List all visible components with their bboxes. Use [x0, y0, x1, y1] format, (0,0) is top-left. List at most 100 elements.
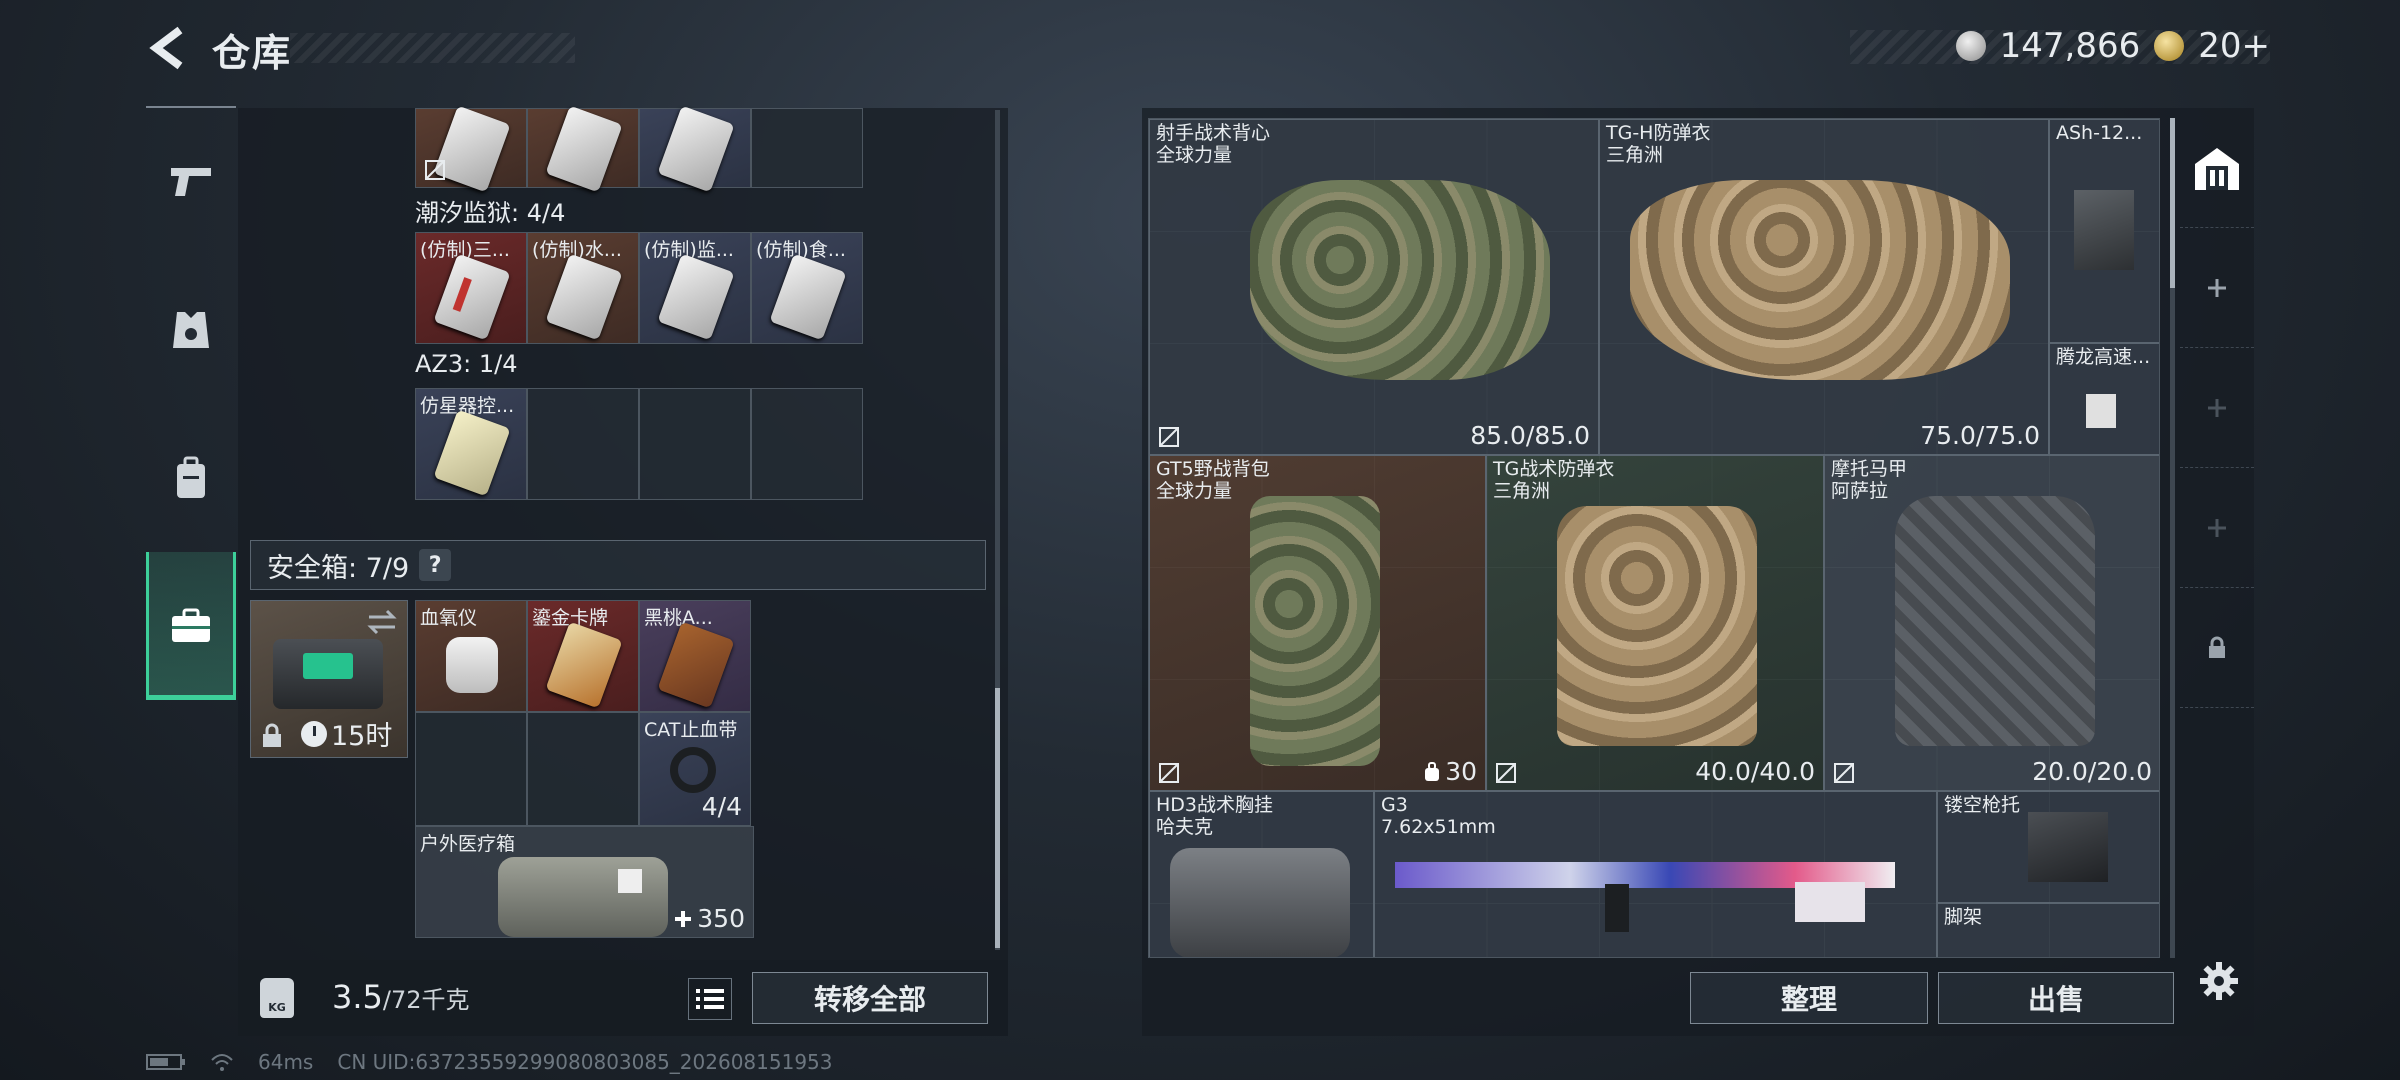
inventory-item[interactable]: TG战术防弹衣 三角洲 40.0/40.0: [1486, 455, 1824, 791]
weapon-magazine: [1605, 884, 1629, 932]
grid-slot-empty[interactable]: [527, 712, 639, 826]
grid-slot-empty[interactable]: [751, 108, 863, 188]
weapon-stock: [1795, 882, 1865, 922]
home-storage-icon: [2195, 147, 2239, 190]
pistol-icon: [171, 168, 211, 196]
grid-slot[interactable]: (仿制)食...: [751, 232, 863, 344]
inventory-grid: 射手战术背心 全球力量 85.0/85.0 TG-H防弹衣 三角洲 75.0/75.…: [1148, 118, 2160, 958]
grid-slot[interactable]: 血氧仪: [415, 600, 527, 712]
capacity-value: 30: [1445, 757, 1477, 786]
battery-icon: [146, 1054, 185, 1070]
item-image: [2074, 190, 2134, 270]
lock-icon: [263, 723, 281, 747]
item-image: [657, 253, 735, 341]
inventory-item[interactable]: TG-H防弹衣 三角洲 75.0/75.0: [1599, 119, 2049, 455]
storage-tab-home[interactable]: [2180, 108, 2254, 228]
safebox-image: [273, 639, 383, 709]
item-image: [1250, 496, 1380, 766]
item-image: [498, 857, 668, 937]
gold-coin-icon[interactable]: [2154, 31, 2185, 61]
grid-slot-empty[interactable]: [639, 388, 751, 500]
gold-amount[interactable]: 20+: [2198, 26, 2270, 66]
inventory-scroll-thumb[interactable]: [2170, 118, 2175, 288]
safebox-timer: 15时: [301, 714, 392, 753]
uid-text: CN UID:63723559299080803085_202608151953: [337, 1050, 833, 1074]
item-image: [1557, 506, 1757, 746]
item-name: TG战术防弹衣 三角洲: [1493, 458, 1615, 502]
storage-tabs: [2180, 108, 2254, 718]
grid-slot-empty[interactable]: [415, 712, 527, 826]
back-button[interactable]: [140, 20, 196, 76]
storage-tab-add[interactable]: [2180, 348, 2254, 468]
inventory-item[interactable]: 脚架: [1937, 903, 2159, 957]
nav-safebox[interactable]: [146, 552, 236, 700]
grid-slot[interactable]: 仿星器控...: [415, 388, 527, 500]
inventory-item[interactable]: GT5野战背包 全球力量 30: [1149, 455, 1486, 791]
item-image: [1170, 848, 1350, 957]
item-capacity: 30: [1423, 757, 1477, 786]
item-durability: 75.0/75.0: [1920, 421, 2040, 450]
inventory-item[interactable]: ASh-12...: [2049, 119, 2159, 343]
item-name: 腾龙高速...: [2056, 346, 2151, 368]
item-image: [1895, 496, 2095, 746]
grid-slot[interactable]: [415, 105, 527, 193]
grid-slot[interactable]: (仿制)三...: [415, 232, 527, 344]
item-name: 镂空枪托: [1944, 794, 2021, 816]
plus-icon: [2208, 518, 2226, 537]
inventory-item[interactable]: 射手战术背心 全球力量 85.0/85.0: [1149, 119, 1599, 455]
inventory-item[interactable]: 腾龙高速...: [2049, 343, 2159, 455]
inventory-item[interactable]: HD3战术胸挂 哈夫克: [1149, 791, 1374, 957]
ping-text: 64ms: [258, 1050, 314, 1074]
safebox-tile[interactable]: 15时: [250, 600, 408, 758]
item-name: HD3战术胸挂 哈夫克: [1156, 794, 1274, 838]
storage-tab-add[interactable]: [2180, 228, 2254, 348]
section-label-tidal-prison: 潮汐监狱: 4/4: [415, 199, 566, 227]
nav-armor[interactable]: [146, 256, 236, 404]
item-image: [433, 253, 511, 341]
grid-slot[interactable]: (仿制)监...: [639, 232, 751, 344]
grid-slot[interactable]: [639, 105, 751, 193]
sort-button[interactable]: 整理: [1690, 972, 1928, 1024]
help-button[interactable]: ?: [419, 549, 452, 581]
list-view-button[interactable]: [688, 978, 732, 1020]
item-image: [446, 637, 498, 693]
nav-backpack[interactable]: [146, 404, 236, 552]
item-name: TG-H防弹衣 三角洲: [1606, 122, 1711, 166]
grid-slot[interactable]: CAT止血带 4/4: [639, 712, 751, 826]
item-image: [545, 105, 623, 193]
nav-weapons[interactable]: [146, 108, 236, 256]
tidal-prison-row: (仿制)三... (仿制)水... (仿制)监... (仿制)食...: [415, 232, 863, 344]
grid-slot-wide[interactable]: 户外医疗箱 350: [415, 826, 754, 938]
sell-button[interactable]: 出售: [1938, 972, 2174, 1024]
no-insure-icon: [425, 160, 445, 180]
storage-scroll-thumb[interactable]: [995, 688, 1000, 948]
transfer-all-button[interactable]: 转移全部: [752, 972, 988, 1024]
inventory-item[interactable]: 镂空枪托: [1937, 791, 2159, 903]
grid-slot[interactable]: [527, 105, 639, 193]
inventory-item[interactable]: G3 7.62x51mm: [1374, 791, 1937, 957]
weight-display: 3.5/72千克: [332, 978, 470, 1016]
top-bar: 仓库 147,866 20+: [0, 0, 2400, 100]
item-durability: 20.0/20.0: [2032, 757, 2152, 786]
storage-tab-locked[interactable]: [2180, 588, 2254, 708]
settings-button[interactable]: [2196, 958, 2242, 1004]
storage-tab-add[interactable]: [2180, 468, 2254, 588]
grid-slot[interactable]: (仿制)水...: [527, 232, 639, 344]
grid-slot[interactable]: 鎏金卡牌: [527, 600, 639, 712]
item-count: 4/4: [701, 792, 742, 821]
grid-slot-empty[interactable]: [527, 388, 639, 500]
no-insure-icon: [1496, 763, 1516, 783]
wifi-icon: [211, 1054, 233, 1071]
item-name: ASh-12...: [2056, 122, 2143, 144]
item-image: [2086, 394, 2116, 428]
grid-slot-empty[interactable]: [751, 388, 863, 500]
weight-icon: KG: [260, 978, 294, 1018]
item-name: GT5野战背包 全球力量: [1156, 458, 1270, 502]
inventory-item[interactable]: 摩托马甲 阿萨拉 20.0/20.0: [1824, 455, 2159, 791]
grid-slot[interactable]: 黑桃A...: [639, 600, 751, 712]
safebox-label: 安全箱: 7/9: [267, 552, 410, 584]
item-durability: 85.0/85.0: [1470, 421, 1590, 450]
swap-icon[interactable]: [365, 607, 399, 637]
item-image: [769, 253, 847, 341]
item-image: [433, 409, 511, 497]
